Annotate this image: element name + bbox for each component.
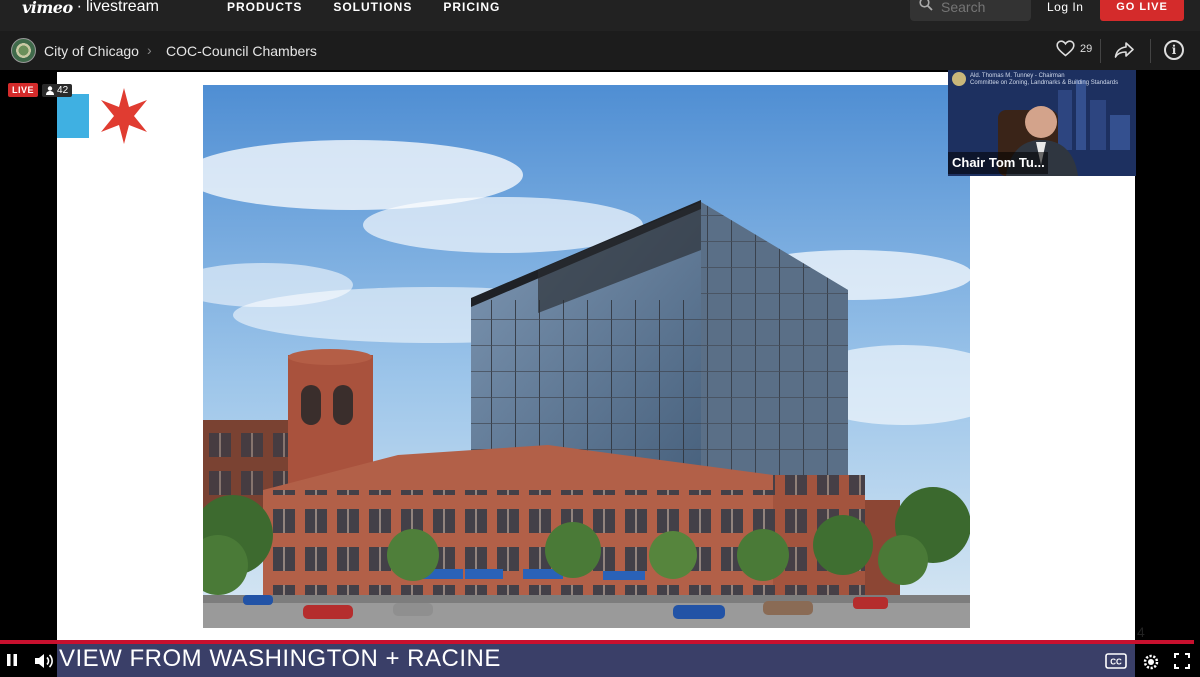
pip-caption-title: Ald. Thomas M. Tunney - Chairman [970, 73, 1065, 79]
brand-separator: · [76, 0, 82, 15]
product-name: livestream [85, 0, 159, 15]
share-button[interactable] [1114, 41, 1134, 64]
video-player[interactable]: zoom 4 Ald. Thomas M. Tunney - Chairman … [0, 70, 1200, 677]
user-icon [46, 85, 55, 95]
search-icon [919, 0, 933, 16]
search-input[interactable] [941, 0, 1021, 15]
nav-products[interactable]: PRODUCTS [227, 0, 302, 14]
viewer-count: 42 [57, 84, 69, 96]
like-count: 29 [1080, 42, 1093, 55]
search-box[interactable] [910, 0, 1031, 21]
cc-icon[interactable]: CC [1105, 653, 1127, 669]
chevron-right-icon: › [147, 42, 152, 58]
nav-solutions[interactable]: SOLUTIONS [333, 0, 412, 14]
speaker-name-label: Chair Tom Tu... [948, 152, 1048, 174]
building-rendering-image [203, 85, 970, 628]
go-live-button[interactable]: GO LIVE [1100, 0, 1184, 21]
share-icon [1114, 42, 1134, 58]
login-link[interactable]: Log In [1047, 0, 1083, 14]
pause-icon[interactable] [6, 653, 18, 667]
breadcrumb-event: COC-Council Chambers [166, 43, 317, 59]
like-button[interactable]: 29 [1056, 40, 1092, 57]
vimeo-livestream-logo[interactable]: vimeo · livestream [22, 0, 159, 17]
main-nav: PRODUCTS SOLUTIONS PRICING [227, 0, 500, 14]
speaker-video-thumbnail: Ald. Thomas M. Tunney - Chairman Committ… [948, 70, 1136, 176]
volume-icon[interactable] [34, 653, 54, 669]
fullscreen-icon[interactable] [1174, 653, 1190, 669]
city-seal-avatar[interactable] [11, 38, 36, 63]
settings-icon[interactable] [1142, 653, 1160, 671]
slide-number: 4 [1137, 624, 1145, 640]
svg-text:CC: CC [1110, 658, 1122, 667]
event-header: City of Chicago › COC-Council Chambers 2… [0, 31, 1200, 70]
info-icon[interactable]: i [1164, 40, 1184, 60]
player-controls: CC [0, 644, 1200, 677]
top-navigation-bar: vimeo · livestream PRODUCTS SOLUTIONS PR… [0, 0, 1200, 31]
viewer-count-badge: 42 [42, 83, 73, 97]
divider [1150, 39, 1151, 63]
pip-caption-committee: Committee on Zoning, Landmarks & Buildin… [970, 80, 1119, 86]
chicago-flag-stripe [57, 94, 89, 138]
breadcrumb-channel[interactable]: City of Chicago [44, 43, 139, 59]
nav-pricing[interactable]: PRICING [443, 0, 500, 14]
chicago-star-icon [101, 88, 147, 144]
brand-name: vimeo [22, 0, 73, 17]
live-badge: LIVE [8, 83, 39, 97]
divider [1100, 39, 1101, 63]
live-indicator: LIVE 42 [8, 83, 73, 97]
heart-icon [1056, 40, 1075, 57]
